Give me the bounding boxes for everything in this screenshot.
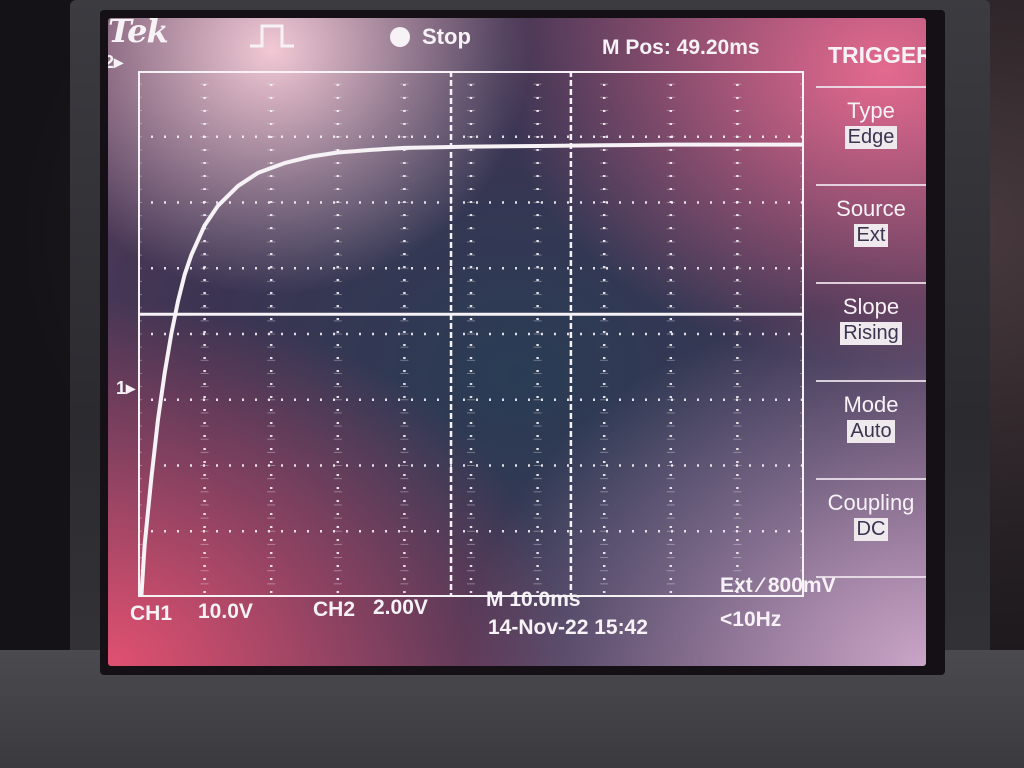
menu-separator <box>816 478 926 480</box>
menu-item-label: Type <box>847 98 895 123</box>
menu-separator <box>816 282 926 284</box>
menu-item-slope[interactable]: Slope Rising <box>816 294 926 345</box>
lcd-display: Tek Stop M Pos: 49.20ms 2▸ 1▸ TRIGGER Ty… <box>108 18 926 666</box>
ch2-scale: 2.00V <box>373 596 428 619</box>
trigger-frequency: <10Hz <box>720 608 782 631</box>
horizontal-position: M Pos: 49.20ms <box>602 36 760 59</box>
acquisition-state: Stop <box>422 24 471 49</box>
menu-item-mode[interactable]: Mode Auto <box>816 392 926 443</box>
date-time: 14-Nov-22 15:42 <box>488 616 648 639</box>
timebase: M 10.0ms <box>486 588 581 611</box>
waveform-plot <box>138 71 804 597</box>
menu-item-coupling[interactable]: Coupling DC <box>816 490 926 541</box>
ch1-scale: 10.0V <box>198 600 253 623</box>
pulse-icon <box>250 24 294 48</box>
menu-item-value: Ext <box>853 224 889 247</box>
stop-icon <box>390 27 410 47</box>
trigger-level: Ext ⁄ 800mV <box>720 574 836 597</box>
oscilloscope-body: Tek Stop M Pos: 49.20ms 2▸ 1▸ TRIGGER Ty… <box>0 0 1024 768</box>
menu-item-label: Source <box>836 196 906 221</box>
menu-item-value: Edge <box>844 126 898 149</box>
waveform-trace <box>139 142 804 597</box>
menu-title: TRIGGER <box>828 42 926 68</box>
menu-item-type[interactable]: Type Edge <box>816 98 926 149</box>
menu-item-label: Mode <box>843 392 899 417</box>
menu-separator <box>816 380 926 382</box>
ch2-label: CH2 <box>313 598 356 621</box>
menu-item-label: Slope <box>842 294 900 319</box>
menu-item-value: Auto <box>847 420 895 443</box>
ch2-marker: 2▸ <box>108 52 124 72</box>
menu-separator <box>816 86 926 88</box>
ch1-label: CH1 <box>130 602 173 625</box>
trigger-menu: TRIGGER Type Edge Source Ext Slope Rising Mode… <box>816 42 926 602</box>
menu-item-label: Coupling <box>827 490 915 515</box>
menu-item-value: Rising <box>840 322 902 345</box>
brand-logo: Tek <box>108 18 169 50</box>
menu-separator <box>816 184 926 186</box>
menu-item-source[interactable]: Source Ext <box>816 196 926 247</box>
ch1-marker: 1▸ <box>116 378 136 398</box>
menu-item-value: DC <box>853 518 889 541</box>
